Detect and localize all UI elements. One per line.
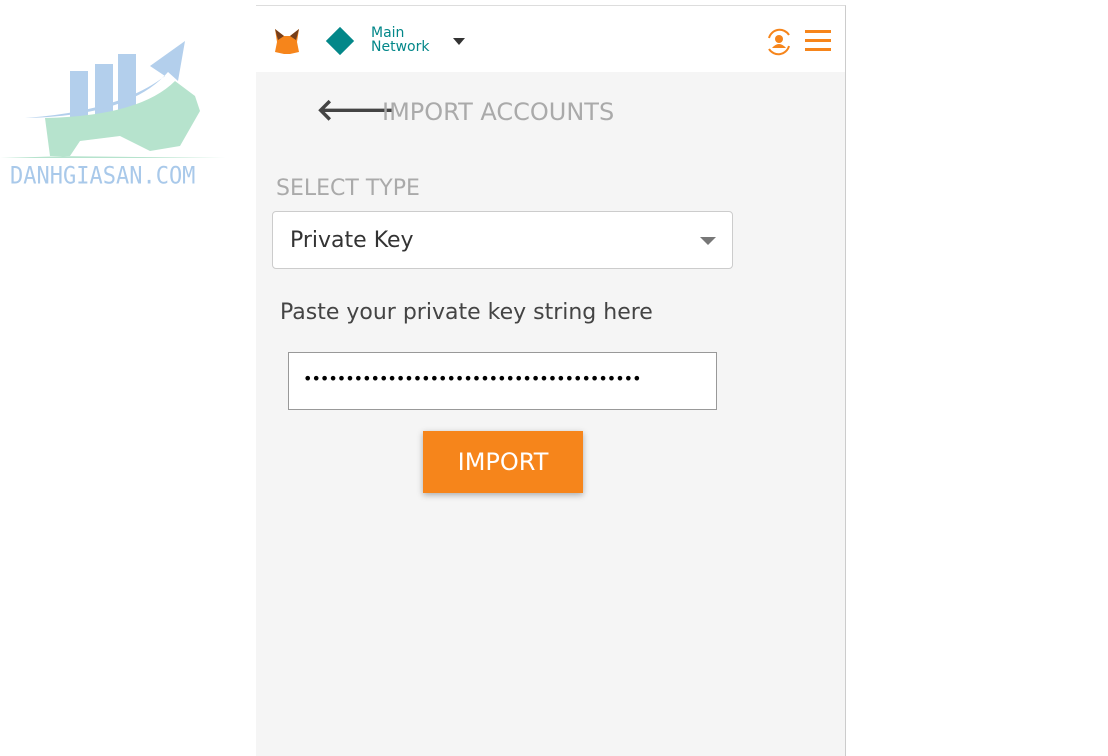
- watermark-text: DANHGIASAN.COM: [10, 162, 196, 191]
- app-header: Main Network: [256, 6, 845, 72]
- network-status-icon[interactable]: [325, 26, 355, 56]
- import-type-select[interactable]: Private Key: [272, 211, 733, 269]
- import-button[interactable]: IMPORT: [423, 431, 583, 493]
- chevron-down-icon[interactable]: [453, 38, 465, 45]
- page-title: IMPORT ACCOUNTS: [382, 98, 615, 126]
- network-selector[interactable]: Main Network: [371, 26, 429, 54]
- metamask-fox-icon[interactable]: [272, 26, 302, 56]
- metamask-popup: Main Network 🡐 IMPORT ACCOUNTS SELECT TYP…: [256, 5, 846, 756]
- select-type-label: SELECT TYPE: [276, 176, 420, 201]
- private-key-input[interactable]: ••••••••••••••••••••••••••••••••••••••••: [288, 352, 717, 410]
- private-key-hint: Paste your private key string here: [280, 300, 653, 325]
- chevron-down-icon: [700, 237, 716, 245]
- hamburger-menu-icon[interactable]: [805, 30, 831, 57]
- account-switch-icon[interactable]: [763, 26, 795, 58]
